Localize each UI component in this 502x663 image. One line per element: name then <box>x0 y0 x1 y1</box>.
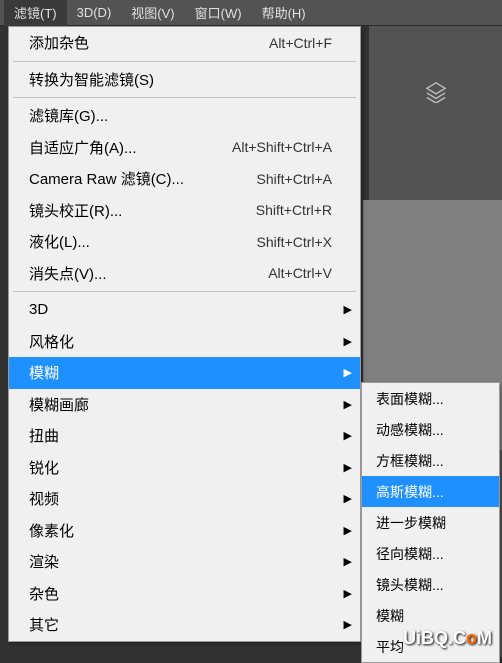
menu-item-label: 模糊 <box>29 362 59 383</box>
menu-item-shortcut: Alt+Ctrl+V <box>268 265 332 281</box>
menu-item-shortcut: Shift+Ctrl+R <box>256 202 332 218</box>
submenu-arrow-icon: ▶ <box>344 587 352 600</box>
submenu-arrow-icon: ▶ <box>344 303 352 316</box>
menu-item[interactable]: 模糊 ▶ <box>9 357 360 389</box>
menu-item[interactable]: 转换为智能滤镜(S) <box>9 64 360 96</box>
menu-item[interactable]: 自适应广角(A)... Alt+Shift+Ctrl+A <box>9 132 360 164</box>
submenu-item-label: 模糊 <box>376 606 404 626</box>
submenu-item-label: 表面模糊... <box>376 389 444 409</box>
menu-item-label: 3D <box>29 301 48 318</box>
menu-item-label: 扭曲 <box>29 425 59 446</box>
menubar-item[interactable]: 窗口(W) <box>185 0 252 26</box>
submenu-item-label: 平均 <box>376 637 404 657</box>
submenu-item[interactable]: 模糊 <box>362 600 499 631</box>
menu-item-label: 自适应广角(A)... <box>29 137 137 158</box>
menu-item[interactable]: 液化(L)... Shift+Ctrl+X <box>9 226 360 258</box>
menu-item[interactable]: 锐化 ▶ <box>9 452 360 484</box>
menubar-item[interactable]: 滤镜(T) <box>4 0 67 26</box>
submenu-item[interactable]: 进一步模糊 <box>362 507 499 538</box>
submenu-arrow-icon: ▶ <box>344 398 352 411</box>
menu-item[interactable]: 添加杂色 Alt+Ctrl+F <box>9 27 360 59</box>
menu-item[interactable]: 渲染 ▶ <box>9 546 360 578</box>
menu-item-label: 渲染 <box>29 551 59 572</box>
menubar: 滤镜(T)3D(D)视图(V)窗口(W)帮助(H) <box>0 0 502 26</box>
menu-item-label: 像素化 <box>29 520 74 541</box>
menu-item-label: 添加杂色 <box>29 32 89 53</box>
menu-item-label: 锐化 <box>29 457 59 478</box>
menu-item-shortcut: Shift+Ctrl+A <box>257 171 332 187</box>
layers-icon[interactable] <box>425 81 447 108</box>
submenu-item[interactable]: 镜头模糊... <box>362 569 499 600</box>
menu-item[interactable]: 视频 ▶ <box>9 483 360 515</box>
menubar-item[interactable]: 视图(V) <box>121 0 184 26</box>
submenu-arrow-icon: ▶ <box>344 618 352 631</box>
menu-item-label: Camera Raw 滤镜(C)... <box>29 168 184 189</box>
menu-item[interactable]: 滤镜库(G)... <box>9 100 360 132</box>
menu-separator <box>13 61 356 62</box>
submenu-arrow-icon: ▶ <box>344 429 352 442</box>
submenu-arrow-icon: ▶ <box>344 492 352 505</box>
menu-item-label: 滤镜库(G)... <box>29 105 108 126</box>
menu-item[interactable]: 扭曲 ▶ <box>9 420 360 452</box>
menu-item-label: 转换为智能滤镜(S) <box>29 69 154 90</box>
menubar-item[interactable]: 3D(D) <box>67 1 122 24</box>
menu-item-shortcut: Shift+Ctrl+X <box>257 234 332 250</box>
menu-item[interactable]: Camera Raw 滤镜(C)... Shift+Ctrl+A <box>9 163 360 195</box>
submenu-item-label: 进一步模糊 <box>376 513 446 533</box>
menu-item[interactable]: 3D ▶ <box>9 294 360 326</box>
menu-item-label: 其它 <box>29 614 59 635</box>
menu-separator <box>13 291 356 292</box>
submenu-arrow-icon: ▶ <box>344 366 352 379</box>
menu-item[interactable]: 像素化 ▶ <box>9 515 360 547</box>
submenu-arrow-icon: ▶ <box>344 555 352 568</box>
submenu-item[interactable]: 径向模糊... <box>362 538 499 569</box>
submenu-item-label: 镜头模糊... <box>376 575 444 595</box>
menu-item-label: 杂色 <box>29 583 59 604</box>
menu-item[interactable]: 消失点(V)... Alt+Ctrl+V <box>9 258 360 290</box>
menu-item[interactable]: 杂色 ▶ <box>9 578 360 610</box>
menubar-item[interactable]: 帮助(H) <box>252 0 316 26</box>
submenu-item[interactable]: 高斯模糊... <box>362 476 499 507</box>
menu-item[interactable]: 镜头校正(R)... Shift+Ctrl+R <box>9 195 360 227</box>
blur-submenu: 表面模糊... 动感模糊... 方框模糊... 高斯模糊... 进一步模糊径向模糊...… <box>361 382 500 663</box>
menu-item-label: 液化(L)... <box>29 231 90 252</box>
submenu-item-label: 径向模糊... <box>376 544 444 564</box>
menu-separator <box>13 97 356 98</box>
submenu-item-label: 方框模糊... <box>376 451 444 471</box>
filter-menu-dropdown: 添加杂色 Alt+Ctrl+F 转换为智能滤镜(S) 滤镜库(G)... 自适应广角(A… <box>8 26 361 642</box>
menu-item-shortcut: Alt+Shift+Ctrl+A <box>232 139 332 155</box>
menu-item-label: 消失点(V)... <box>29 263 107 284</box>
submenu-arrow-icon: ▶ <box>344 335 352 348</box>
menu-item-label: 镜头校正(R)... <box>29 200 122 221</box>
menu-item[interactable]: 风格化 ▶ <box>9 326 360 358</box>
menu-item-label: 视频 <box>29 488 59 509</box>
submenu-item-label: 动感模糊... <box>376 420 444 440</box>
menu-item[interactable]: 模糊画廊 ▶ <box>9 389 360 421</box>
menu-item-shortcut: Alt+Ctrl+F <box>269 35 332 51</box>
menu-item[interactable]: 其它 ▶ <box>9 609 360 641</box>
menu-item-label: 风格化 <box>29 331 74 352</box>
watermark: UiBQ.CoM <box>403 628 492 649</box>
submenu-arrow-icon: ▶ <box>344 524 352 537</box>
submenu-item[interactable]: 表面模糊... <box>362 383 499 414</box>
submenu-arrow-icon: ▶ <box>344 461 352 474</box>
submenu-item[interactable]: 动感模糊... <box>362 414 499 445</box>
menu-item-label: 模糊画廊 <box>29 394 89 415</box>
submenu-item-label: 高斯模糊... <box>376 482 444 502</box>
submenu-item[interactable]: 方框模糊... <box>362 445 499 476</box>
